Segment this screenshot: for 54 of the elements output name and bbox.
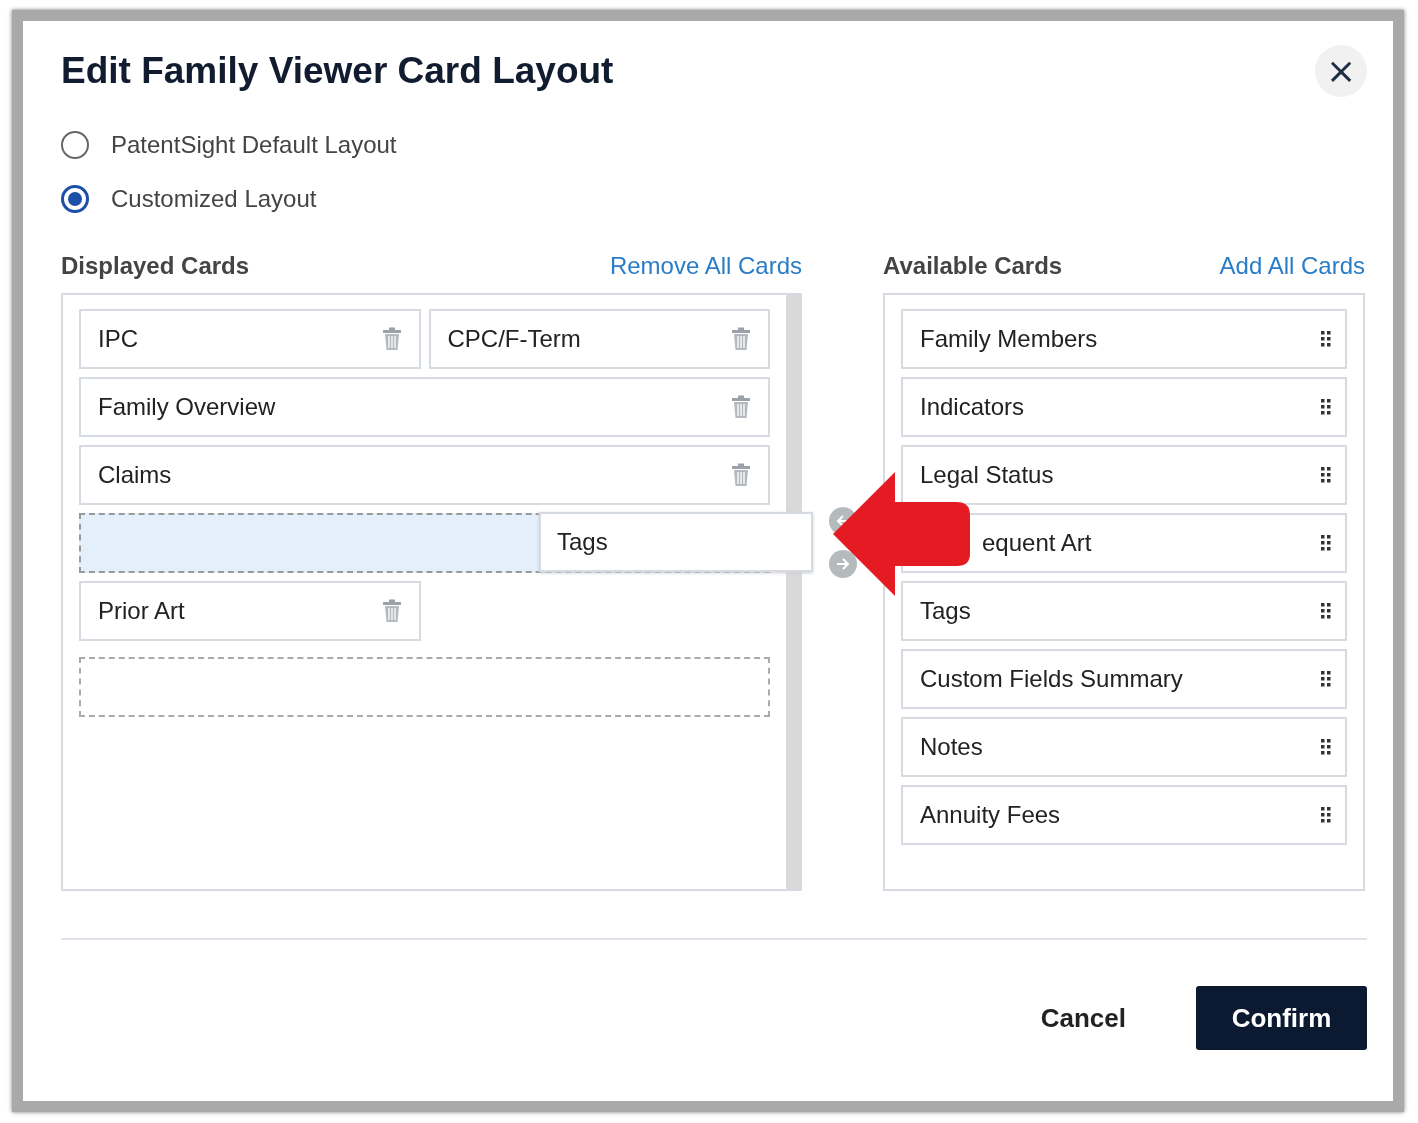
add-all-link[interactable]: Add All Cards	[1219, 252, 1365, 280]
card-item[interactable]: Indicators	[901, 377, 1347, 437]
drag-handle-icon[interactable]	[1321, 671, 1331, 687]
card-item[interactable]: Tags	[901, 581, 1347, 641]
card-label: Indicators	[920, 393, 1025, 421]
remove-all-link[interactable]: Remove All Cards	[609, 252, 802, 280]
card-label: Family Members	[920, 325, 1098, 353]
section-heading: Displayed Cards	[61, 252, 250, 280]
close-button[interactable]: ×	[1315, 45, 1367, 97]
card-label: Legal Status	[920, 461, 1054, 489]
trash-icon[interactable]	[730, 395, 752, 419]
radio-button[interactable]	[61, 131, 89, 159]
card-item[interactable]: Family Overview	[79, 377, 770, 437]
card-item[interactable]: IPC	[79, 309, 421, 369]
trash-icon[interactable]	[730, 463, 752, 487]
cancel-button[interactable]: Cancel	[1040, 1002, 1126, 1034]
card-item[interactable]: Prior Art	[79, 581, 421, 641]
card-label: Prior Art	[98, 597, 185, 625]
card-label: Claims	[98, 461, 172, 489]
trash-icon[interactable]	[380, 327, 403, 351]
card-label: equent Art	[981, 529, 1092, 557]
section-heading: Available Cards	[883, 252, 1063, 280]
drag-handle-icon[interactable]	[1321, 467, 1331, 483]
scrollbar[interactable]	[786, 295, 800, 889]
card-item[interactable]: Legal Status	[901, 445, 1347, 505]
confirm-button[interactable]: Confirm	[1196, 986, 1367, 1050]
radio-label[interactable]: Customized Layout	[111, 185, 317, 213]
drag-handle-icon[interactable]	[1321, 331, 1331, 347]
dragged-card[interactable]: Tags	[539, 512, 813, 572]
card-label: CPC/F-Term	[447, 325, 581, 353]
radio-label[interactable]: PatentSight Default Layout	[111, 131, 397, 159]
card-label: Annuity Fees	[920, 801, 1061, 829]
card-label: Tags	[920, 597, 971, 625]
card-item[interactable]: CPC/F-Term	[428, 309, 770, 369]
drag-handle-icon[interactable]	[1321, 535, 1331, 551]
drag-handle-icon[interactable]	[1321, 739, 1331, 755]
card-item[interactable]: Custom Fields Summary	[901, 649, 1347, 709]
move-right-icon[interactable]	[829, 550, 857, 578]
trash-icon[interactable]	[380, 599, 403, 623]
trash-icon[interactable]	[730, 327, 752, 351]
card-label: Custom Fields Summary	[920, 665, 1183, 693]
drag-handle-icon[interactable]	[1321, 603, 1331, 619]
card-label: Tags	[557, 528, 608, 556]
card-label: Notes	[920, 733, 983, 761]
card-item[interactable]: Notes	[901, 717, 1347, 777]
drag-handle-icon[interactable]	[1321, 807, 1331, 823]
drag-handle-icon[interactable]	[1321, 399, 1331, 415]
card-item[interactable]: Family Members	[901, 309, 1347, 369]
dialog-title: Edit Family Viewer Card Layout	[61, 50, 614, 92]
card-item[interactable]: Annuity Fees	[901, 785, 1347, 845]
card-label: IPC	[98, 325, 138, 353]
card-label: Family Overview	[98, 393, 276, 421]
radio-button[interactable]	[61, 185, 89, 213]
card-item[interactable]: Claims	[79, 445, 770, 505]
